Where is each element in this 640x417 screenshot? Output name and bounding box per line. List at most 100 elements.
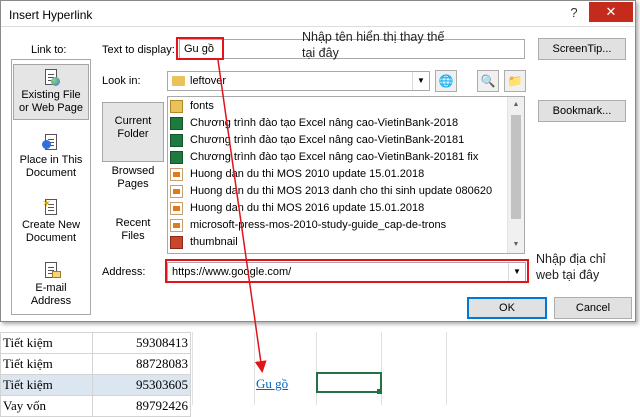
grid-line xyxy=(254,332,255,405)
annotation-line: Nhập địa chỉ xyxy=(536,252,606,266)
pdf-file-icon xyxy=(170,219,183,232)
file-name: microsoft-press-mos-2010-study-guide_cap… xyxy=(190,219,447,231)
table-row: Tiết kiệm 95303605 xyxy=(0,374,191,396)
grid-line xyxy=(381,332,382,405)
help-icon[interactable]: ? xyxy=(563,4,585,22)
annotation-line: web tại đây xyxy=(536,268,600,282)
new-document-icon: ✶ xyxy=(42,198,60,217)
folder-icon xyxy=(170,100,183,113)
list-item[interactable]: Huong dan du thi MOS 2010 update 15.01.2… xyxy=(170,166,510,183)
folder-icon: 📁 xyxy=(507,74,523,88)
recent-files-button[interactable]: Recent Files xyxy=(102,205,164,265)
look-in-select[interactable]: leftover ▼ xyxy=(167,71,430,91)
cancel-button[interactable]: Cancel xyxy=(554,297,632,319)
file-name: thumbnail xyxy=(190,236,238,248)
list-item[interactable]: Huong dan du thi MOS 2013 danh cho thi s… xyxy=(170,183,510,200)
list-item[interactable]: Chương trình đào tạo Excel nâng cao-Viet… xyxy=(170,132,510,149)
link-to-label: Link to: xyxy=(31,44,67,56)
link-to-item-label: Document xyxy=(25,167,77,179)
display-text-annotation: Nhập tên hiển thị thay thế tại đây xyxy=(302,29,444,61)
link-to-item-label: E-mail xyxy=(35,282,67,294)
link-to-item-label: Place in This xyxy=(19,154,83,166)
scrollbar-thumb[interactable] xyxy=(511,115,521,219)
list-item[interactable]: fonts xyxy=(170,98,510,115)
grid-line xyxy=(446,332,447,405)
pdf-file-icon xyxy=(170,202,183,215)
sheet-table: Tiết kiệm 59308413 Tiết kiệm 88728083 Ti… xyxy=(0,332,191,417)
screentip-button[interactable]: ScreenTip... xyxy=(538,38,626,60)
category-label: Pages xyxy=(117,178,149,190)
search-icon: 🔍 xyxy=(480,74,496,88)
link-to-item-label: or Web Page xyxy=(18,102,83,114)
hyperlink-cell-text[interactable]: Gu gồ xyxy=(256,376,288,392)
category-label: Recent xyxy=(115,217,151,229)
active-cell[interactable] xyxy=(316,372,382,393)
scroll-down-icon[interactable]: ▼ xyxy=(508,237,524,253)
cell[interactable]: 88728083 xyxy=(92,353,191,375)
list-item[interactable]: thumbnail xyxy=(170,234,510,251)
table-row: Tiết kiệm 59308413 xyxy=(0,332,191,354)
chevron-down-icon[interactable]: ▼ xyxy=(412,72,429,90)
pdf-file-icon xyxy=(170,185,183,198)
close-icon[interactable]: ✕ xyxy=(589,2,633,22)
title-bar: Insert Hyperlink ? ✕ xyxy=(1,1,635,27)
excel-file-icon xyxy=(170,151,183,164)
category-label: Files xyxy=(121,230,145,242)
open-folder-button[interactable]: 📁 xyxy=(504,70,526,92)
email-icon xyxy=(42,262,61,280)
cell[interactable]: Tiết kiệm xyxy=(0,332,93,354)
annotation-line: tại đây xyxy=(302,46,339,60)
ok-button[interactable]: OK xyxy=(467,297,547,319)
link-to-item-label: Existing File xyxy=(21,89,81,101)
category-label: Browsed xyxy=(111,165,155,177)
address-annotation: Nhập địa chỉ web tại đây xyxy=(536,251,606,283)
browsed-pages-button[interactable]: Browsed Pages xyxy=(102,153,164,213)
table-row: Vay vốn 89792426 xyxy=(0,395,191,417)
web-page-icon xyxy=(42,69,60,87)
look-in-label: Look in: xyxy=(102,75,141,87)
link-to-create-new-document[interactable]: ✶ Create New Document xyxy=(13,195,89,247)
browse-file-button[interactable]: 🔍 xyxy=(477,70,499,92)
file-list[interactable]: fonts Chương trình đào tạo Excel nâng ca… xyxy=(167,96,525,254)
link-to-item-label: Create New xyxy=(21,219,81,231)
excel-file-icon xyxy=(170,117,183,130)
cell[interactable]: 89792426 xyxy=(92,395,191,417)
file-list-scrollbar[interactable]: ▲ ▼ xyxy=(507,97,524,253)
grid-line xyxy=(316,332,317,405)
cell[interactable]: Tiết kiệm xyxy=(0,374,93,396)
link-to-panel: Existing File or Web Page Place in This … xyxy=(11,59,91,315)
scroll-up-icon[interactable]: ▲ xyxy=(508,97,524,113)
link-to-place-in-document[interactable]: Place in This Document xyxy=(13,130,89,182)
text-to-display-label: Text to display: xyxy=(102,44,175,56)
cell[interactable]: Vay vốn xyxy=(0,395,93,417)
spreadsheet-background: Tiết kiệm 59308413 Tiết kiệm 88728083 Ti… xyxy=(0,318,640,417)
browse-web-icon: 🌐 xyxy=(438,74,454,88)
address-label: Address: xyxy=(102,266,146,278)
excel-file-icon xyxy=(170,134,183,147)
display-text-highlight-box xyxy=(176,37,224,60)
table-row: Tiết kiệm 88728083 xyxy=(0,353,191,375)
fill-handle[interactable] xyxy=(377,389,382,394)
annotation-line: Nhập tên hiển thị thay thế xyxy=(302,30,445,44)
list-item[interactable]: microsoft-press-mos-2010-study-guide_cap… xyxy=(170,217,510,234)
link-to-item-label: Address xyxy=(30,295,72,307)
bookmark-button[interactable]: Bookmark... xyxy=(538,100,626,122)
file-name: Chương trình đào tạo Excel nâng cao-Viet… xyxy=(190,151,479,163)
list-item[interactable]: Chương trình đào tạo Excel nâng cao-Viet… xyxy=(170,115,510,132)
cell[interactable]: 59308413 xyxy=(92,332,191,354)
link-to-email-address[interactable]: E-mail Address xyxy=(13,258,89,310)
list-item[interactable]: Chương trình đào tạo Excel nâng cao-Viet… xyxy=(170,149,510,166)
file-name: Huong dan du thi MOS 2010 update 15.01.2… xyxy=(190,168,425,180)
file-name: Chương trình đào tạo Excel nâng cao-Viet… xyxy=(190,134,465,146)
file-name: Chương trình đào tạo Excel nâng cao-Viet… xyxy=(190,117,459,129)
link-to-existing-file[interactable]: Existing File or Web Page xyxy=(13,64,89,120)
link-to-item-label: Document xyxy=(25,232,77,244)
list-item[interactable]: Huong dan du thi MOS 2016 update 15.01.2… xyxy=(170,200,510,217)
category-label: Current xyxy=(114,115,152,127)
cell[interactable]: 95303605 xyxy=(92,374,191,396)
dialog-title: Insert Hyperlink xyxy=(9,8,93,22)
cell[interactable]: Tiết kiệm xyxy=(0,353,93,375)
browse-web-button[interactable]: 🌐 xyxy=(435,70,457,92)
address-highlight-box xyxy=(165,259,529,283)
folder-icon xyxy=(172,76,185,86)
